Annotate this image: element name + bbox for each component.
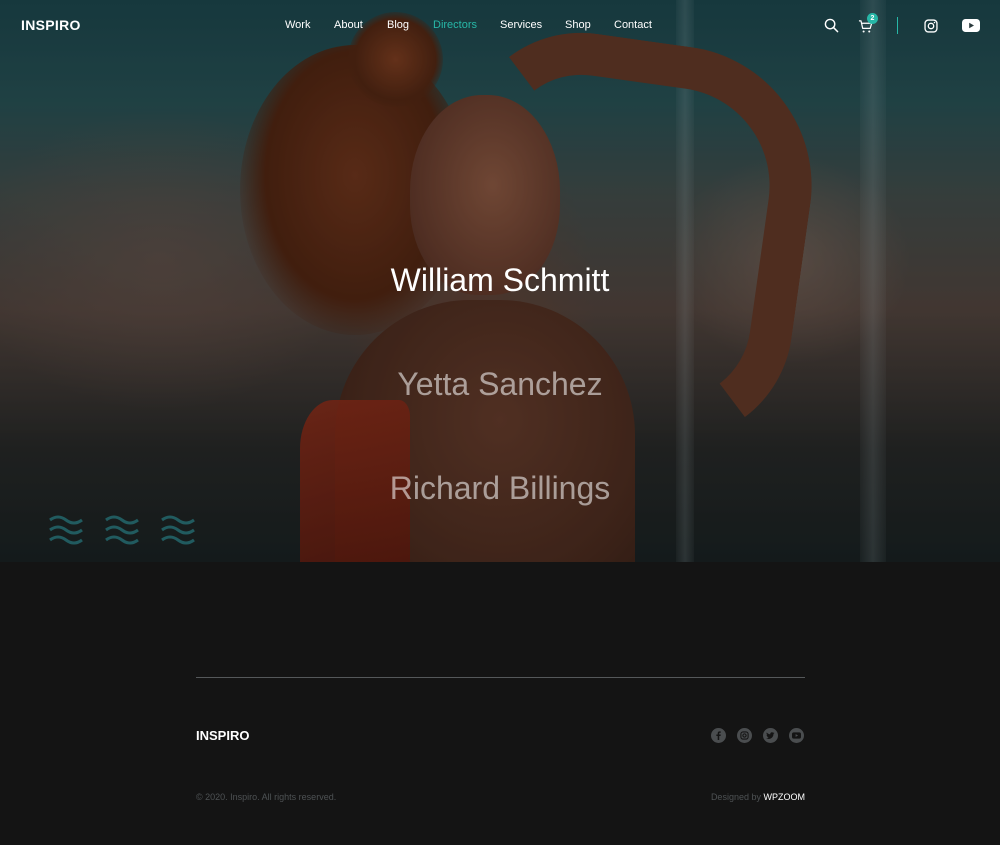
copyright-text: © 2020. Inspiro. All rights reserved.: [196, 792, 337, 802]
menu-item-shop[interactable]: Shop: [565, 19, 591, 31]
instagram-icon[interactable]: [923, 18, 938, 33]
main-menu: Work About Blog Directors Services Shop …: [0, 19, 1000, 35]
director-link-william-schmitt[interactable]: William Schmitt: [0, 262, 1000, 299]
hero-section: William Schmitt Yetta Sanchez Richard Bi…: [0, 0, 1000, 562]
designer-link[interactable]: WPZOOM: [764, 792, 806, 802]
menu-item-work[interactable]: Work: [285, 19, 310, 31]
menu-item-blog[interactable]: Blog: [387, 19, 409, 31]
twitter-icon[interactable]: [763, 728, 778, 743]
wave-decoration-icon: [49, 515, 195, 545]
menu-item-services[interactable]: Services: [500, 19, 542, 31]
director-link-richard-billings[interactable]: Richard Billings: [0, 470, 1000, 507]
menu-item-directors[interactable]: Directors: [433, 19, 477, 31]
youtube-icon[interactable]: [961, 18, 980, 33]
site-header: INSPIRO Work About Blog Directors Servic…: [0, 0, 1000, 52]
menu-item-contact[interactable]: Contact: [614, 19, 652, 31]
footer-divider: [196, 677, 805, 678]
facebook-icon[interactable]: [711, 728, 726, 743]
youtube-icon[interactable]: [789, 728, 804, 743]
cart-count-badge: 2: [867, 13, 878, 24]
search-icon[interactable]: [823, 17, 839, 33]
footer-logo[interactable]: INSPIRO: [196, 728, 249, 743]
designed-by-label: Designed by: [710, 792, 761, 802]
nav-divider: [897, 17, 898, 34]
designed-by-credit: Designed by WPZOOM: [711, 792, 805, 802]
director-link-yetta-sanchez[interactable]: Yetta Sanchez: [0, 366, 1000, 403]
instagram-icon[interactable]: [737, 728, 752, 743]
menu-item-about[interactable]: About: [334, 19, 363, 31]
